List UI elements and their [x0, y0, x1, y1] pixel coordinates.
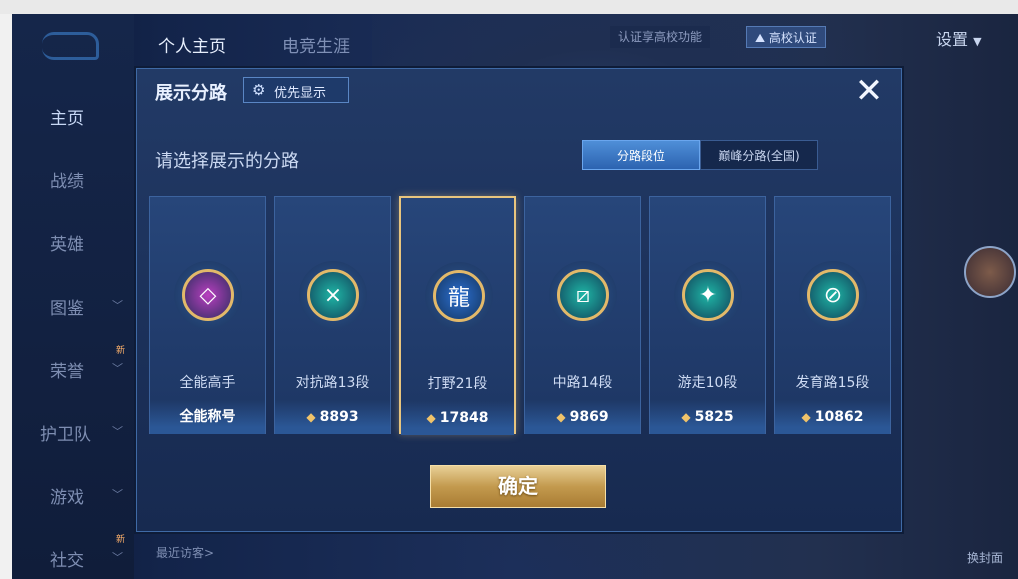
lane-emblem: ◇	[174, 261, 242, 329]
tab-esports[interactable]: 电竞生涯	[282, 32, 350, 57]
lane-name: 打野21段	[427, 376, 488, 392]
dialog-prompt: 请选择展示的分路	[155, 151, 299, 172]
left-window-strip	[0, 14, 12, 579]
campus-icon: ⛰	[755, 31, 769, 45]
lane-score: 全能称号	[150, 400, 265, 434]
sidebar-item-label: 战绩	[50, 172, 84, 192]
new-badge: 新	[116, 535, 126, 545]
priority-display-button[interactable]: ⚙ 优先显示	[243, 77, 349, 103]
card-clash-lane[interactable]: ⨯ 对抗路13段 ◆ 8893	[274, 196, 391, 434]
game-logo-icon	[42, 32, 99, 60]
points-icon: ◆	[801, 410, 811, 424]
emblem-glyph: ✦	[698, 282, 718, 308]
gear-icon: ⚙	[252, 81, 266, 99]
sidebar-item-label: 英雄	[50, 235, 84, 255]
sidebar-item-games[interactable]: 游戏 ﹀	[12, 473, 134, 513]
game-window: 主页 战绩 英雄 图鉴 ﹀ 荣誉新 ﹀ 护卫队 ﹀ 游戏 ﹀ 社交新 ﹀ 个人主页 电竞生…	[12, 14, 1018, 579]
sidebar-item-home[interactable]: 主页	[12, 94, 134, 134]
points-icon: ◆	[681, 410, 691, 424]
lane-score-value: 5825	[694, 409, 734, 425]
lane-emblem-icon: ⊘	[807, 269, 859, 321]
lane-name: 全能高手	[179, 375, 236, 391]
settings-label: 设置	[936, 30, 969, 49]
card-all-round[interactable]: ◇ 全能高手全能称号	[149, 196, 266, 434]
emblem-glyph: ⧄	[576, 282, 590, 308]
chevron-down-icon: ﹀	[112, 425, 123, 438]
change-cover-button[interactable]: 换封面	[967, 549, 1003, 566]
lane-emblem-icon: ⧄	[557, 269, 609, 321]
campus-auth-button[interactable]: ⛰ 高校认证	[746, 26, 826, 48]
sidebar-item-codex[interactable]: 图鉴 ﹀	[12, 284, 134, 324]
card-jungle[interactable]: 龍打野21段 ◆ 17848	[399, 196, 516, 435]
chevron-down-icon: ﹀	[112, 551, 123, 564]
sidebar-item-records[interactable]: 战绩	[12, 157, 134, 197]
tab-peak-lane[interactable]: 巅峰分路(全国)	[700, 140, 818, 170]
lane-mode-toggle: 分路段位 巅峰分路(全国)	[582, 140, 818, 170]
lane-display-dialog: 展示分路 ⚙ 优先显示 ✕ 请选择展示的分路 分路段位 巅峰分路(全国) ◇ 全能…	[136, 68, 902, 532]
lane-score-value: 全能称号	[179, 409, 236, 425]
tab-lane-rank[interactable]: 分路段位	[582, 140, 700, 170]
browser-top-strip	[0, 0, 1018, 14]
emblem-glyph: ◇	[199, 282, 217, 308]
sidebar-item-guard[interactable]: 护卫队 ﹀	[12, 410, 134, 450]
confirm-button[interactable]: 确定	[430, 465, 606, 508]
lane-emblem-icon: ◇	[182, 269, 234, 321]
sidebar-item-label: 游戏	[50, 488, 84, 508]
lane-score: ◆ 10862	[775, 400, 890, 434]
card-farm-lane[interactable]: ⊘ 发育路15段 ◆ 10862	[774, 196, 891, 434]
lane-score: ◆ 9869	[525, 400, 640, 434]
lane-score: ◆ 17848	[401, 401, 514, 435]
lane-score-value: 10862	[814, 409, 864, 425]
chevron-down-icon: ▼	[973, 35, 982, 48]
lane-score-value: 8893	[319, 409, 359, 425]
lane-emblem-icon: 龍	[433, 270, 485, 322]
sidebar-item-label: 荣誉	[50, 362, 84, 382]
chevron-down-icon: ﹀	[112, 488, 123, 501]
sidebar-item-label: 社交	[50, 551, 84, 571]
chevron-down-icon: ﹀	[112, 299, 123, 312]
sidebar-item-label: 图鉴	[50, 299, 84, 319]
lane-score-value: 9869	[569, 409, 609, 425]
card-roam[interactable]: ✦ 游走10段 ◆ 5825	[649, 196, 766, 434]
close-button[interactable]: ✕	[849, 73, 889, 109]
emblem-glyph: 龍	[447, 286, 470, 311]
sidebar-item-honor[interactable]: 荣誉 新 ﹀	[12, 346, 134, 387]
campus-feature-text: 认证享高校功能	[610, 26, 711, 48]
campus-auth-label: 高校认证	[768, 31, 817, 45]
settings-button[interactable]: 设置 ▼	[928, 24, 990, 49]
lane-name: 游走10段	[677, 375, 738, 391]
recent-visitors-link[interactable]: 最近访客>	[156, 544, 214, 561]
lane-score: ◆ 8893	[275, 400, 390, 434]
sidebar-item-label: 护卫队	[40, 425, 91, 445]
sidebar-item-label: 主页	[50, 109, 84, 129]
tab-profile[interactable]: 个人主页	[158, 32, 226, 57]
sidebar-item-heroes[interactable]: 英雄	[12, 220, 134, 260]
sidebar-item-social[interactable]: 社交 新 ﹀	[12, 535, 134, 576]
lane-emblem: ⧄	[549, 261, 617, 329]
lane-emblem-icon: ⨯	[307, 269, 359, 321]
emblem-glyph: ⊘	[823, 282, 843, 308]
chevron-down-icon: ﹀	[112, 362, 123, 375]
lane-emblem: ⨯	[299, 261, 367, 329]
priority-display-label: 优先显示	[274, 86, 327, 101]
lane-emblem: ⊘	[799, 261, 867, 329]
lane-score-value: 17848	[439, 410, 489, 426]
points-icon: ◆	[306, 410, 316, 424]
close-icon: ✕	[854, 71, 884, 111]
points-icon: ◆	[426, 411, 436, 425]
lane-name: 中路14段	[552, 375, 613, 391]
lane-name: 对抗路13段	[295, 375, 370, 391]
dialog-title: 展示分路	[155, 83, 227, 104]
lane-emblem: ✦	[674, 261, 742, 329]
lane-name: 发育路15段	[795, 375, 870, 391]
lane-score: ◆ 5825	[650, 400, 765, 434]
card-mid-lane[interactable]: ⧄ 中路14段 ◆ 9869	[524, 196, 641, 434]
points-icon: ◆	[556, 410, 566, 424]
lane-emblem-icon: ✦	[682, 269, 734, 321]
avatar[interactable]	[964, 246, 1016, 298]
sidebar: 主页 战绩 英雄 图鉴 ﹀ 荣誉新 ﹀ 护卫队 ﹀ 游戏 ﹀ 社交新 ﹀	[12, 14, 134, 579]
new-badge: 新	[116, 346, 126, 356]
lane-emblem: 龍	[425, 262, 493, 330]
emblem-glyph: ⨯	[323, 282, 343, 308]
